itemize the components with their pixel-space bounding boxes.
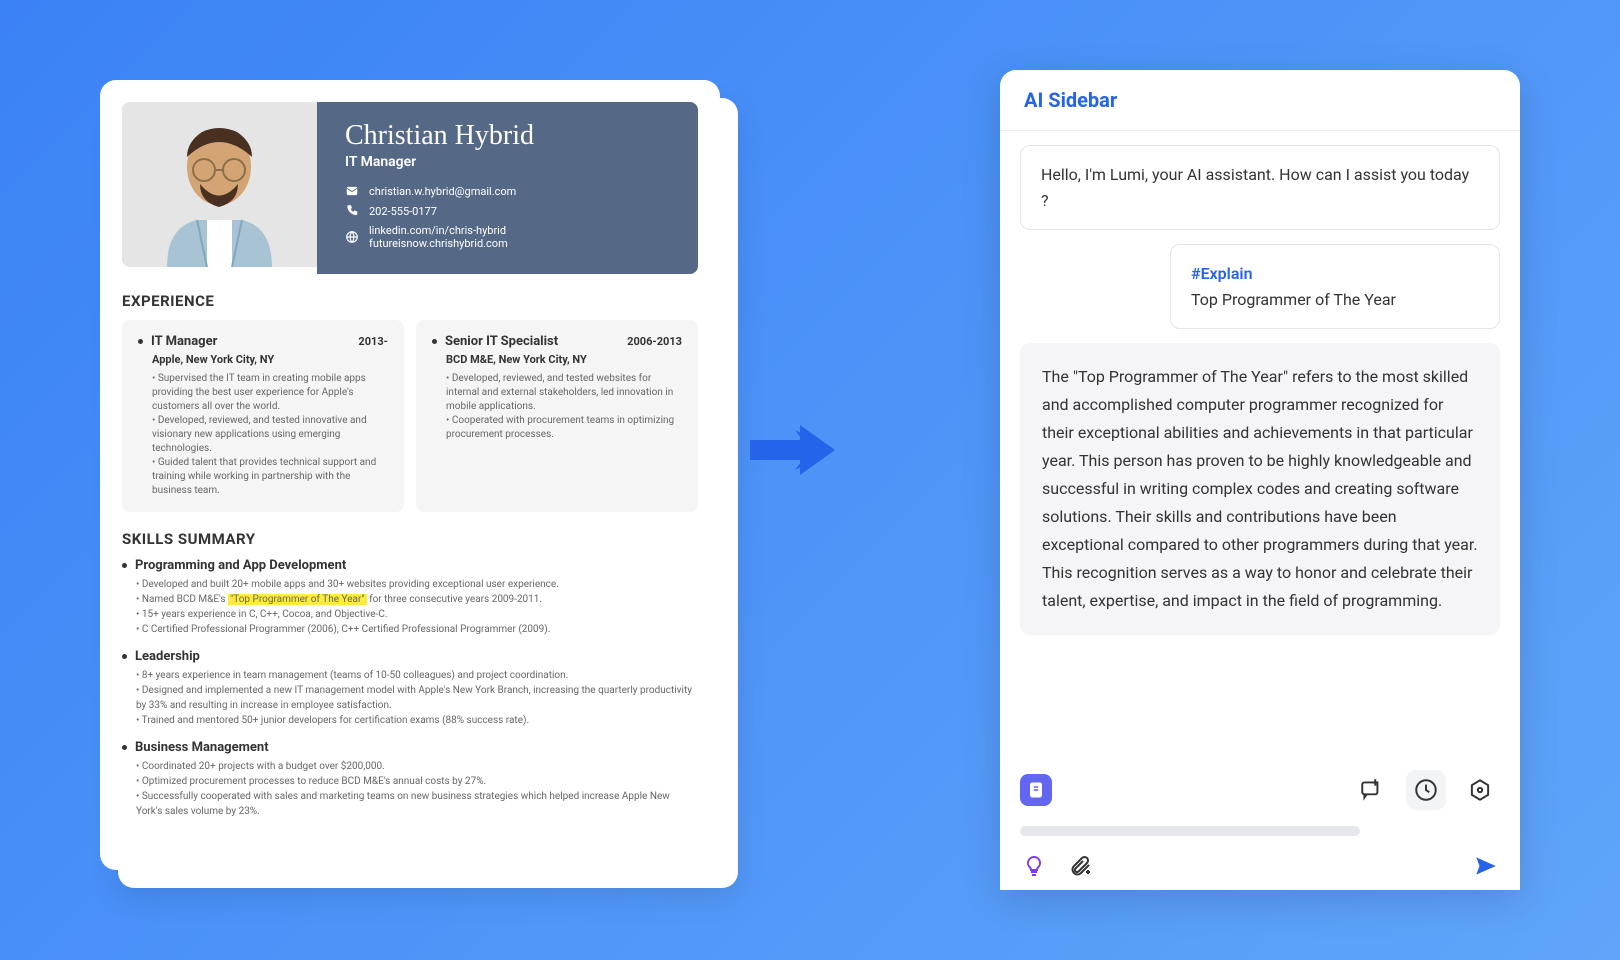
user-message: #Explain Top Programmer of The Year [1170,244,1500,329]
sidebar-title: AI Sidebar [1024,88,1496,112]
hint-button[interactable] [1020,852,1048,880]
website-value: futureisnow.chrishybrid.com [369,237,508,250]
resume-title: IT Manager [345,154,670,170]
web-icon [345,230,359,244]
attach-button[interactable] [1066,852,1094,880]
avatar [122,102,317,267]
email-value: christian.w.hybrid@gmail.com [369,185,516,198]
phone-icon [345,204,359,218]
skills-heading: SKILLS SUMMARY [122,530,698,548]
highlighted-text: "Top Programmer of The Year" [228,594,367,605]
notebook-button[interactable] [1020,774,1052,806]
email-icon [345,184,359,198]
arrow-icon [740,400,840,500]
input-placeholder-bar[interactable] [1020,826,1360,836]
experience-card: Senior IT Specialist 2006-2013 BCD M&E, … [416,320,698,512]
assistant-greeting: Hello, I'm Lumi, your AI assistant. How … [1020,145,1500,230]
experience-heading: EXPERIENCE [122,292,698,310]
phone-value: 202-555-0177 [369,205,437,218]
resume-document: Christian Hybrid IT Manager christian.w.… [100,80,720,870]
settings-button[interactable] [1460,770,1500,810]
history-button[interactable] [1406,770,1446,810]
assistant-response: The "Top Programmer of The Year" refers … [1020,343,1500,635]
add-chat-button[interactable] [1352,770,1392,810]
linkedin-value: linkedin.com/in/chris-hybrid [369,224,508,237]
ai-sidebar: AI Sidebar Hello, I'm Lumi, your AI assi… [1000,70,1520,890]
experience-card: IT Manager 2013- Apple, New York City, N… [122,320,404,512]
send-button[interactable] [1472,852,1500,880]
resume-name: Christian Hybrid [345,120,670,152]
